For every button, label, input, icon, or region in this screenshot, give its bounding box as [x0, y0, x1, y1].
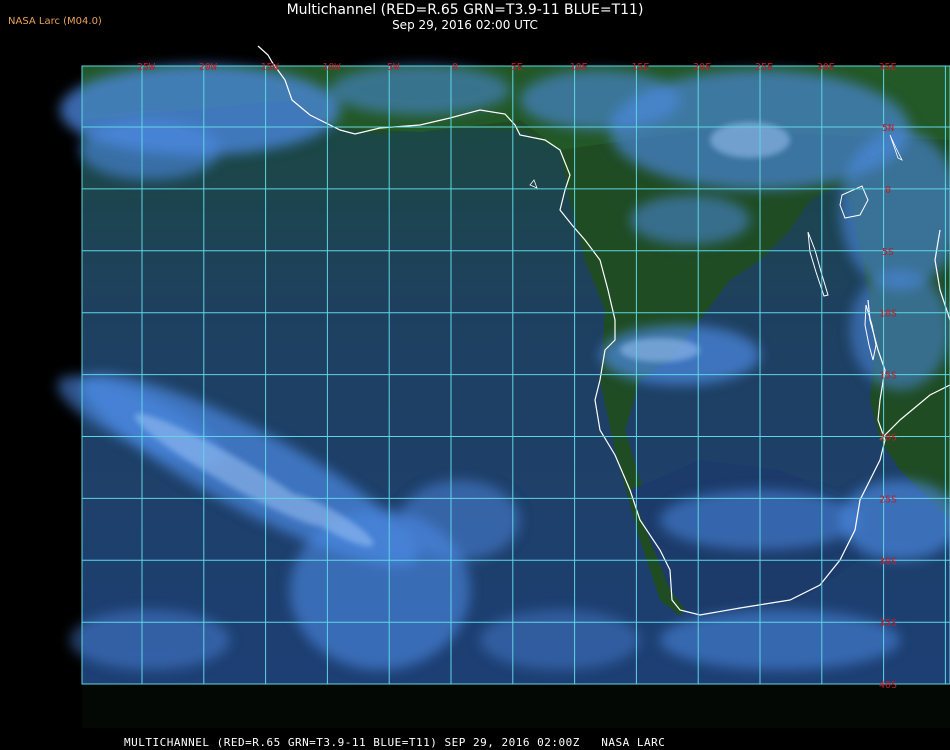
longitude-label: 25W	[137, 62, 156, 73]
latitude-label: 5S	[882, 247, 894, 258]
longitude-label: 10W	[322, 62, 341, 73]
latitude-label: 25S	[879, 494, 897, 505]
longitude-label: 30E	[817, 62, 835, 73]
longitude-label: 15W	[261, 62, 280, 73]
latitude-label: 5N	[882, 123, 894, 134]
longitude-label: 10E	[570, 62, 588, 73]
longitude-label: 20W	[199, 62, 218, 73]
latitude-label: 35S	[879, 618, 897, 629]
longitude-label: 25E	[755, 62, 773, 73]
latitude-label: 40S	[879, 680, 897, 691]
longitude-label: 35E	[879, 62, 897, 73]
latitude-label: 0	[885, 185, 891, 196]
latitude-label: 30S	[879, 556, 897, 567]
longitude-label: 15E	[631, 62, 649, 73]
longitude-label: 5E	[511, 62, 523, 73]
latitude-label: 20S	[879, 433, 897, 444]
longitude-label: 0	[452, 62, 458, 73]
latitude-label: 10S	[879, 309, 897, 320]
map-caption: MULTICHANNEL (RED=R.65 GRN=T3.9-11 BLUE=…	[124, 736, 666, 749]
satellite-map[interactable]: 25W 20W 15W 10W 5W 0 5E 10E 15E 20E 25E 30E 35E 5N 0 5…	[0, 0, 950, 750]
longitude-label: 5W	[387, 62, 400, 73]
longitude-label: 20E	[693, 62, 711, 73]
latitude-label: 15S	[879, 371, 897, 382]
